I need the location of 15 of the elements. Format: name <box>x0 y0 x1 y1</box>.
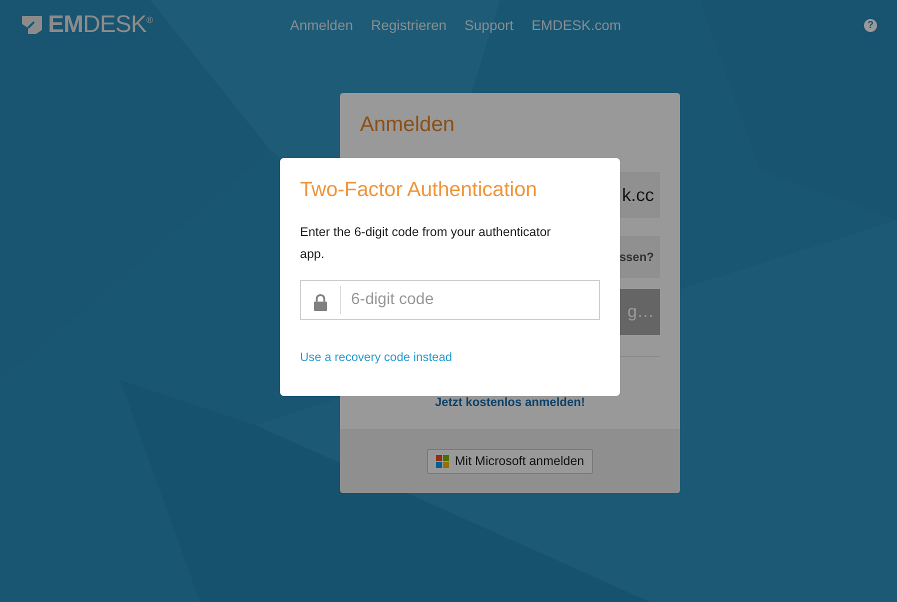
signup-link[interactable]: Jetzt kostenlos anmelden! <box>434 395 586 409</box>
code-field[interactable]: 6-digit code <box>300 280 600 320</box>
card-title: Anmelden <box>360 113 456 138</box>
recovery-code-link[interactable]: Use a recovery code instead <box>300 350 452 364</box>
nav-link[interactable]: EMDESK.com <box>532 17 622 33</box>
logo-wordmark[interactable]: EMDESK$^{®}$ <box>48 11 152 39</box>
nav-link[interactable]: Support <box>464 17 514 33</box>
dialog-title: Two-Factor Authentication <box>300 178 538 202</box>
nav-link[interactable]: Anmelden <box>290 17 354 33</box>
dialog-message: Enter the 6-digit code from your authenticator app. <box>300 224 552 263</box>
lock-icon <box>313 294 328 311</box>
logo-icon <box>20 14 44 36</box>
microsoft-login-button[interactable]: Mit Microsoft anmelden <box>426 448 594 474</box>
microsoft-icon <box>436 454 449 468</box>
nav-link[interactable]: Registrieren <box>371 17 447 33</box>
